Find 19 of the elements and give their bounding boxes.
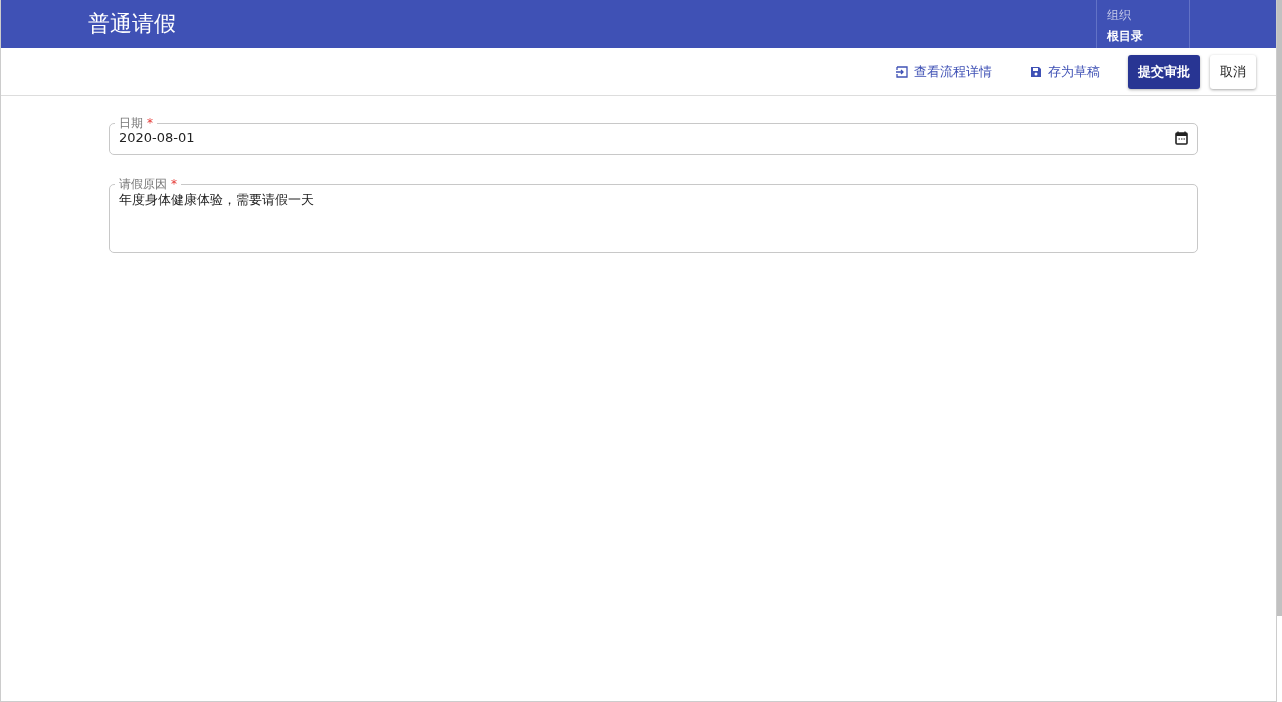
required-mark: * bbox=[171, 177, 177, 191]
submit-button[interactable]: 提交审批 bbox=[1128, 54, 1200, 89]
cancel-button[interactable]: 取消 bbox=[1210, 54, 1256, 89]
toolbar-link[interactable]: 存为草稿 bbox=[1020, 56, 1110, 87]
field-value: 2020-08-01 bbox=[119, 130, 196, 145]
calendar-icon[interactable] bbox=[1175, 130, 1188, 145]
field-label: 日期 bbox=[119, 116, 143, 130]
field-value: 年度身体健康体验，需要请假一天 bbox=[119, 191, 315, 209]
required-mark: * bbox=[147, 116, 153, 130]
toolbar-link[interactable]: 查看流程详情 bbox=[886, 56, 1002, 87]
org-value[interactable]: 根目录 bbox=[1107, 28, 1179, 45]
exit-icon bbox=[896, 65, 908, 78]
field-label: 请假原因 bbox=[119, 177, 167, 191]
page-title: 普通请假 bbox=[88, 10, 176, 38]
save-icon bbox=[1030, 65, 1042, 78]
org-label: 组织 bbox=[1107, 7, 1132, 24]
scrollbar[interactable] bbox=[1277, 0, 1282, 616]
reason-field[interactable]: 请假原因 * 年度身体健康体验，需要请假一天 bbox=[109, 177, 1198, 253]
date-field[interactable]: 日期 * 2020-08-01 bbox=[109, 116, 1198, 155]
